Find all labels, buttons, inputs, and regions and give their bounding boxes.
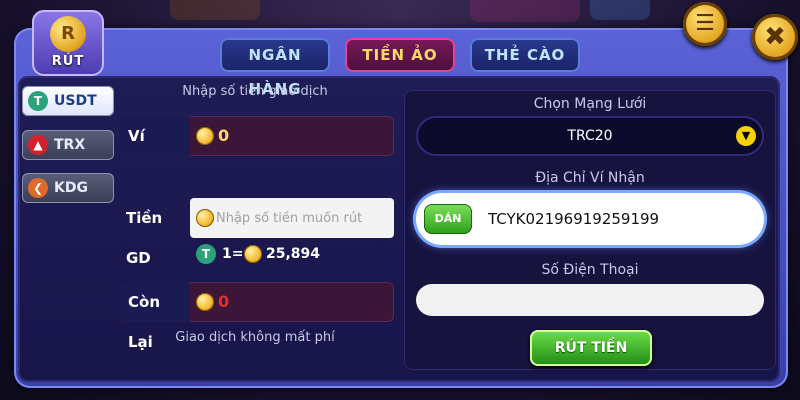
- amount-label: Tiền GD: [126, 209, 163, 267]
- close-button[interactable]: ✖: [752, 14, 798, 60]
- gold-coin-icon: [196, 127, 214, 145]
- tab-crypto[interactable]: TIỀN ẢO: [345, 38, 455, 72]
- usdt-icon: T: [28, 91, 48, 111]
- wallet-balance: 0: [218, 126, 230, 145]
- rate-value: 25,894: [266, 246, 321, 262]
- coin-item-kdg[interactable]: ❮ KDG: [22, 173, 114, 203]
- coin-label: USDT: [54, 93, 97, 109]
- amount-section-title: Nhập số tiền giao dịch: [182, 84, 328, 99]
- remaining-value: 0: [218, 292, 230, 311]
- withdraw-logo: R RÚT: [32, 10, 104, 76]
- wallet-label: Ví: [120, 116, 190, 156]
- history-button[interactable]: ☰: [683, 2, 727, 46]
- close-icon: ✖: [764, 22, 786, 52]
- usdt-icon: T: [196, 244, 216, 264]
- gold-coin-icon: [244, 245, 262, 263]
- kdg-icon: ❮: [28, 178, 48, 198]
- phone-label: Số Điện Thoại: [541, 262, 639, 278]
- paste-button[interactable]: DÁN: [424, 204, 472, 234]
- fee-note: Giao dịch không mất phí: [175, 330, 335, 345]
- tab-bank[interactable]: NGÂN HÀNG: [220, 38, 330, 98]
- remaining-label: Còn Lại: [120, 282, 190, 351]
- background-decoration: [590, 0, 650, 20]
- coin-label: TRX: [54, 137, 86, 153]
- coin-item-trx[interactable]: ▲ TRX: [22, 130, 114, 160]
- tab-scratch-card[interactable]: THẺ CÀO: [470, 38, 580, 72]
- amount-row: Tiền GD: [120, 198, 394, 267]
- trx-icon: ▲: [28, 135, 48, 155]
- logo-text: RÚT: [51, 54, 85, 69]
- gold-coin-icon: [196, 293, 214, 311]
- wallet-row: Ví 0: [120, 116, 394, 156]
- coin-label: KDG: [54, 180, 88, 196]
- gold-coin-icon: [196, 209, 214, 227]
- rate-left: 1=: [222, 246, 244, 262]
- amount-input[interactable]: [190, 198, 394, 238]
- background-decoration: [170, 0, 260, 20]
- background-decoration: [470, 0, 580, 22]
- coin-item-usdt[interactable]: T USDT: [22, 86, 114, 116]
- withdraw-button[interactable]: RÚT TIỀN: [530, 330, 652, 366]
- coin-logo-icon: R: [50, 16, 86, 52]
- remaining-row: Còn Lại 0: [120, 282, 394, 351]
- network-label: Chọn Mạng Lưới: [533, 96, 647, 112]
- address-input[interactable]: TCYK02196919259199: [488, 193, 659, 245]
- chevron-down-icon: ▼: [736, 126, 756, 146]
- network-select[interactable]: TRC20 ▼: [416, 116, 764, 156]
- clipboard-icon: ☰: [695, 11, 715, 36]
- phone-input[interactable]: [416, 284, 764, 316]
- network-value: TRC20: [567, 128, 613, 144]
- address-label: Địa Chỉ Ví Nhận: [535, 170, 645, 186]
